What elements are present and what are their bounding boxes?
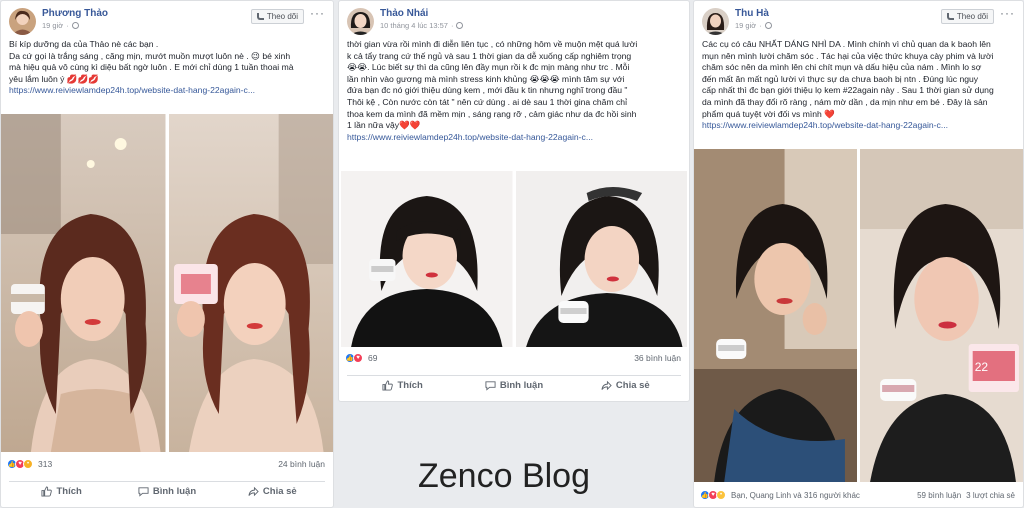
photo-selfie-2[interactable] [168,114,333,452]
thumbs-up-icon [41,486,53,497]
post-header: Thu Hà 19 giờ · Theo dõi ··· [694,1,1023,39]
post-header: Thảo Nhái 10 tháng 4 lúc 13:57 · [339,1,689,39]
like-label: Thích [56,486,82,497]
photo-selfie-1[interactable] [694,149,857,482]
reaction-count: Bạn, Quang Linh và 316 người khác [731,490,860,500]
post-text: Các cụ có câu NHẤT DÁNG NHÌ DA . Mình ch… [702,39,994,119]
post-text: thời gian vừa rồi mình đi diễn liên tục … [347,39,638,131]
haha-reaction-icon: • [716,490,726,500]
follow-label: Theo dõi [956,12,988,21]
comment-button[interactable]: Bình luận [458,380,569,391]
share-button[interactable]: Chia sẻ [220,486,325,497]
comment-count[interactable]: 24 bình luận [278,459,325,469]
like-button[interactable]: Thích [9,486,114,497]
post-thu-ha: Thu Hà 19 giờ · Theo dõi ··· Các cụ có c… [693,0,1024,508]
share-count[interactable]: 3 lượt chia sẻ [966,491,1015,500]
globe-icon [764,22,772,29]
more-options-icon[interactable]: ··· [310,7,325,19]
thumbs-up-icon [382,380,394,391]
share-icon [601,380,612,391]
post-time[interactable]: 19 giờ [735,21,756,30]
post-link[interactable]: https://www.reiviewlamdep24h.top/website… [1,85,333,96]
author-name[interactable]: Thảo Nhái [380,8,681,19]
avatar[interactable] [702,8,729,35]
follow-button[interactable]: Theo dõi [250,9,304,24]
globe-icon [456,22,464,29]
comment-label: Bình luận [152,486,197,497]
comment-count[interactable]: 36 bình luận [634,353,681,363]
reaction-summary[interactable]: 👍 ♥ • 313 24 bình luận [7,459,325,469]
post-time-row: 19 giờ · [42,21,251,30]
follow-label: Theo dõi [266,12,298,21]
post-time-row: 10 tháng 4 lúc 13:57 · [380,21,681,30]
share-label: Chia sẻ [262,486,297,497]
post-time[interactable]: 10 tháng 4 lúc 13:57 [380,21,448,30]
post-meta: Thảo Nhái 10 tháng 4 lúc 13:57 · [380,8,681,30]
rss-icon [946,13,954,20]
author-name[interactable]: Thu Hà [735,8,941,19]
comment-button[interactable]: Bình luận [114,486,219,497]
follow-button[interactable]: Theo dõi [940,9,994,24]
photo-selfie-1[interactable] [1,114,166,452]
avatar[interactable] [347,8,374,35]
post-text: Bí kíp dưỡng da của Thảo nè các bạn . Da… [9,39,294,84]
comment-icon [138,487,149,497]
watermark: Zenco Blog [418,457,590,495]
post-time[interactable]: 19 giờ [42,21,63,30]
post-link[interactable]: https://www.reiviewlamdep24h.top/website… [694,120,1023,131]
share-label: Chia sẻ [615,380,650,391]
avatar[interactable] [9,8,36,35]
rss-icon [256,13,264,20]
post-time-row: 19 giờ · [735,21,941,30]
reaction-count: 69 [368,353,378,363]
photo-selfie-2[interactable] [515,171,687,347]
post-photos: 22 [694,149,1023,482]
author-name[interactable]: Phương Thảo [42,8,251,19]
love-reaction-icon: ♥ [353,353,363,363]
photo-selfie-1[interactable] [341,171,513,347]
post-meta: Thu Hà 19 giờ · [735,8,941,30]
comment-label: Bình luận [499,380,544,391]
share-button[interactable]: Chia sẻ [570,380,681,391]
post-meta: Phương Thảo 19 giờ · [42,8,251,30]
post-header: Phương Thảo 19 giờ · Theo dõi ··· [1,1,333,39]
post-phuong-thao: Phương Thảo 19 giờ · Theo dõi ··· Bí kíp… [0,0,334,508]
reaction-summary[interactable]: 👍 ♥ 69 36 bình luận [345,353,681,363]
reaction-summary[interactable]: 👍 ♥ • Bạn, Quang Linh và 316 người khác … [700,490,1015,500]
like-button[interactable]: Thích [347,380,458,391]
like-label: Thích [397,380,423,391]
comment-icon [485,381,496,391]
wow-reaction-icon: • [23,459,33,469]
post-photos [1,114,333,452]
post-photos [341,171,687,347]
action-bar: Thích Bình luận Chia sẻ [9,481,325,497]
post-thao-nhai: Thảo Nhái 10 tháng 4 lúc 13:57 · thời gi… [338,0,690,402]
action-bar: Thích Bình luận Chia sẻ [347,375,681,391]
comment-count[interactable]: 59 bình luận [917,491,961,500]
photo-selfie-2[interactable]: 22 [860,149,1023,482]
globe-icon [71,22,79,29]
more-options-icon[interactable]: ··· [1000,7,1015,19]
reaction-count: 313 [38,459,53,469]
post-link[interactable]: https://www.reiviewlamdep24h.top/website… [339,132,689,143]
svg-text:22: 22 [975,360,989,374]
share-icon [248,486,259,497]
